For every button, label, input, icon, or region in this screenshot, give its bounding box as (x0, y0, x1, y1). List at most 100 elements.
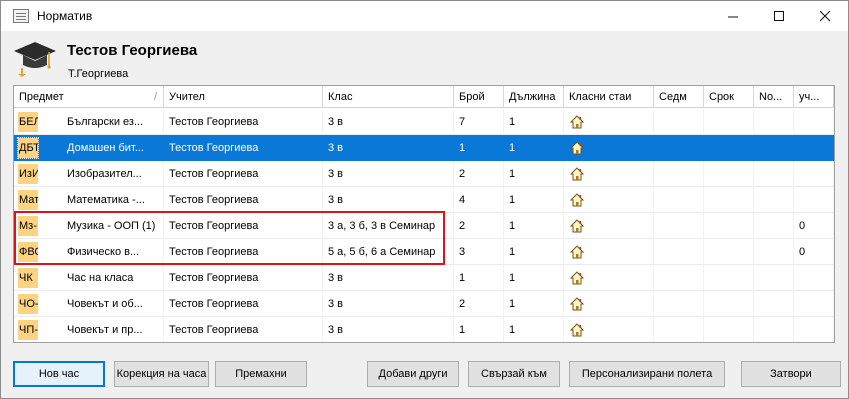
week-cell[interactable] (654, 317, 704, 342)
no-cell[interactable] (754, 265, 794, 291)
length-cell[interactable]: 1 (504, 265, 564, 291)
length-cell[interactable]: 1 (504, 187, 564, 213)
teacher-cell[interactable]: Тестов Георгиева (164, 265, 323, 291)
rooms-cell[interactable] (564, 239, 654, 265)
subject-cell[interactable]: ЧП- Човекът и пр... (14, 317, 164, 342)
no-cell[interactable] (754, 135, 794, 161)
week-cell[interactable] (654, 161, 704, 187)
uch-cell[interactable]: 0 (794, 239, 834, 265)
week-cell[interactable] (654, 135, 704, 161)
table-row[interactable]: БЕЛ Български ез... Тестов Георгиева3 в71 (14, 109, 834, 135)
week-cell[interactable] (654, 291, 704, 317)
teacher-cell[interactable]: Тестов Георгиева (164, 213, 323, 239)
term-cell[interactable] (704, 135, 754, 161)
rooms-cell[interactable] (564, 135, 654, 161)
custom-fields-button[interactable]: Персонализирани полета (569, 361, 725, 387)
teacher-cell[interactable]: Тестов Георгиева (164, 317, 323, 342)
length-cell[interactable]: 1 (504, 291, 564, 317)
table-row[interactable]: ИзИ Изобразител... Тестов Георгиева 3 в21 (14, 161, 834, 187)
join-button[interactable]: Свързай към (468, 361, 560, 387)
no-cell[interactable] (754, 109, 794, 135)
rooms-cell[interactable] (564, 265, 654, 291)
no-cell[interactable] (754, 161, 794, 187)
week-cell[interactable] (654, 265, 704, 291)
maximize-icon[interactable] (756, 1, 802, 31)
teacher-cell[interactable]: Тестов Георгиева (164, 291, 323, 317)
uch-cell[interactable] (794, 291, 834, 317)
teacher-cell[interactable]: Тестов Георгиева (164, 187, 323, 213)
length-cell[interactable]: 1 (504, 213, 564, 239)
close-button[interactable]: Затвори (741, 361, 841, 387)
table-row[interactable]: ДБТ Домашен бит... Тестов Георгиева 3 в11 (14, 135, 834, 161)
term-cell[interactable] (704, 239, 754, 265)
rooms-cell[interactable] (564, 317, 654, 342)
table-row[interactable]: Мат Математика -... Тестов Георгиева 3 в41 (14, 187, 834, 213)
class-cell[interactable]: 3 в (323, 265, 454, 291)
week-cell[interactable] (654, 239, 704, 265)
uch-cell[interactable] (794, 265, 834, 291)
column-header-teacher[interactable]: Учител (164, 86, 323, 108)
length-cell[interactable]: 1 (504, 317, 564, 342)
class-cell[interactable]: 3 в (323, 135, 454, 161)
count-cell[interactable]: 2 (454, 161, 504, 187)
length-cell[interactable]: 1 (504, 109, 564, 135)
column-header-week[interactable]: Седм (654, 86, 704, 108)
column-header-class[interactable]: Клас (323, 86, 454, 108)
uch-cell[interactable] (794, 161, 834, 187)
no-cell[interactable] (754, 187, 794, 213)
no-cell[interactable] (754, 291, 794, 317)
count-cell[interactable]: 3 (454, 239, 504, 265)
class-cell[interactable]: 3 в (323, 317, 454, 342)
week-cell[interactable] (654, 213, 704, 239)
class-cell[interactable]: 3 в (323, 291, 454, 317)
subject-cell[interactable]: ЧК Час на класа (14, 265, 164, 291)
week-cell[interactable] (654, 109, 704, 135)
table-row[interactable]: Мз- Музика - ООП (1) Тестов Георгиева 3 а, … (14, 213, 834, 239)
no-cell[interactable] (754, 317, 794, 342)
column-header-no[interactable]: No... (754, 86, 794, 108)
count-cell[interactable]: 2 (454, 213, 504, 239)
subject-cell[interactable]: Мз- Музика - ООП (1) (14, 213, 164, 239)
term-cell[interactable] (704, 317, 754, 342)
table-row[interactable]: ФВС Физическо в... Тестов Георгиева5 а, 5 … (14, 239, 834, 265)
minimize-icon[interactable] (710, 1, 756, 31)
count-cell[interactable]: 1 (454, 317, 504, 342)
subject-cell[interactable]: БЕЛ Български ез... (14, 109, 164, 135)
new-lesson-button[interactable]: Нов час (13, 361, 105, 387)
term-cell[interactable] (704, 109, 754, 135)
column-header-term[interactable]: Срок (704, 86, 754, 108)
column-header-length[interactable]: Дължина (504, 86, 564, 108)
rooms-cell[interactable] (564, 291, 654, 317)
uch-cell[interactable] (794, 317, 834, 342)
length-cell[interactable]: 1 (504, 135, 564, 161)
class-cell[interactable]: 3 в (323, 161, 454, 187)
term-cell[interactable] (704, 265, 754, 291)
rooms-cell[interactable] (564, 187, 654, 213)
teacher-cell[interactable]: Тестов Георгиева (164, 161, 323, 187)
column-header-subject[interactable]: Предмет / (14, 86, 164, 108)
term-cell[interactable] (704, 213, 754, 239)
table-row[interactable]: ЧО- Човекът и об... Тестов Георгиева 3 в21 (14, 291, 834, 317)
subject-cell[interactable]: ФВС Физическо в... (14, 239, 164, 265)
count-cell[interactable]: 4 (454, 187, 504, 213)
term-cell[interactable] (704, 291, 754, 317)
table-row[interactable]: ЧК Час на класа Тестов Георгиева 3 в11 (14, 265, 834, 291)
count-cell[interactable]: 7 (454, 109, 504, 135)
remove-button[interactable]: Премахни (215, 361, 307, 387)
uch-cell[interactable] (794, 135, 834, 161)
class-cell[interactable]: 3 а, 3 б, 3 в Семинар (323, 213, 454, 239)
week-cell[interactable] (654, 187, 704, 213)
subject-cell[interactable]: ДБТ Домашен бит... (14, 135, 164, 161)
term-cell[interactable] (704, 187, 754, 213)
subject-cell[interactable]: ЧО- Човекът и об... (14, 291, 164, 317)
uch-cell[interactable] (794, 187, 834, 213)
column-header-count[interactable]: Брой (454, 86, 504, 108)
teacher-cell[interactable]: Тестов Георгиева (164, 109, 323, 135)
class-cell[interactable]: 3 в (323, 187, 454, 213)
add-other-button[interactable]: Добави други (367, 361, 459, 387)
subject-cell[interactable]: ИзИ Изобразител... (14, 161, 164, 187)
table-row[interactable]: ЧП- Човекът и пр... Тестов Георгиева 3 в11 (14, 317, 834, 342)
length-cell[interactable]: 1 (504, 161, 564, 187)
term-cell[interactable] (704, 161, 754, 187)
uch-cell[interactable] (794, 109, 834, 135)
